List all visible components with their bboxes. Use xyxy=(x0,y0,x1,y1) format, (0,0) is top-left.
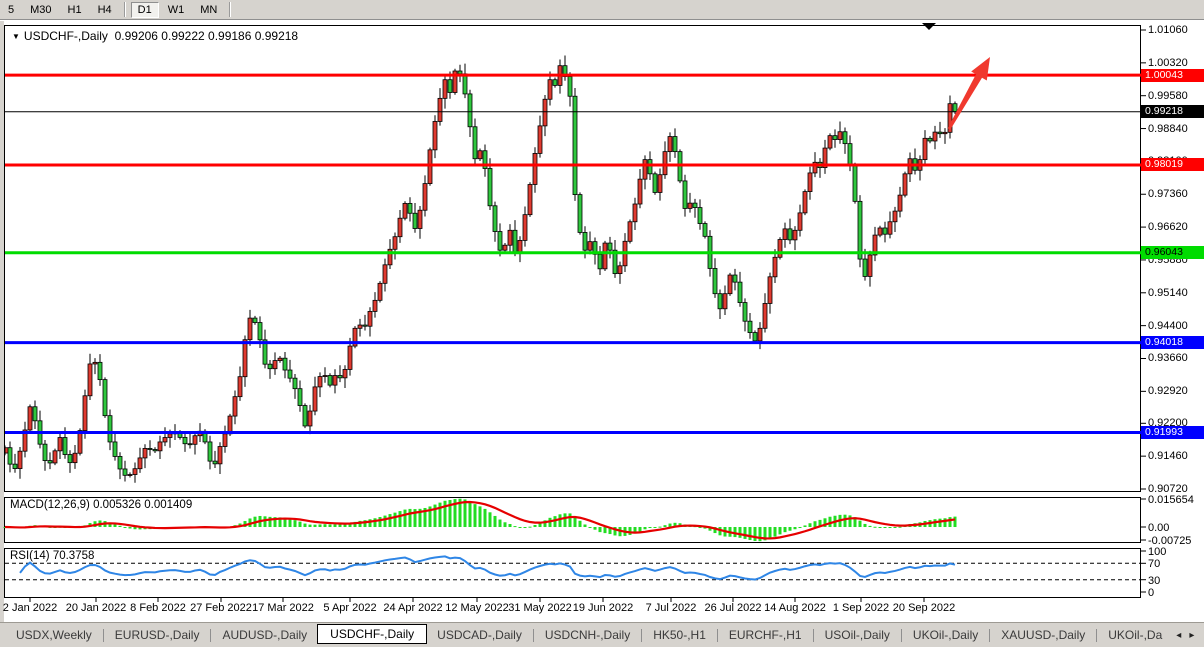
macd-label: MACD(12,26,9) 0.005326 0.001409 xyxy=(10,499,192,511)
price-badge-0.98019: 0.98019 xyxy=(1141,158,1204,171)
ohlc-values: 0.99206 0.99222 0.99186 0.99218 xyxy=(115,29,299,43)
price-badge-0.94018: 0.94018 xyxy=(1141,336,1204,349)
timeframe-button-h4[interactable]: H4 xyxy=(91,2,119,18)
chart-tab-bar: USDX,WeeklyEURUSD-,DailyAUDUSD-,DailyUSD… xyxy=(0,622,1204,647)
tab-eurusd-daily[interactable]: EURUSD-,Daily xyxy=(105,625,210,645)
date-axis-tick[interactable]: 24 Apr 2022 xyxy=(383,602,442,614)
timeframe-toolbar: 5M30H1H4 D1W1MN xyxy=(0,0,1204,19)
price-axis-tick[interactable]: 0.92920 xyxy=(1148,385,1188,397)
mt4-window: 5M30H1H4 D1W1MN ▼ USDCHF-,Daily 0.99206 0.… xyxy=(0,0,1204,647)
price-axis-tick[interactable]: 0.96620 xyxy=(1148,221,1188,233)
timeframe-button-m30[interactable]: M30 xyxy=(23,2,58,18)
rsi-axis-tick: 70 xyxy=(1148,558,1160,570)
macd-axis-tick: 0.015654 xyxy=(1148,494,1194,506)
price-axis-tick[interactable]: 0.99580 xyxy=(1148,90,1188,102)
price-axis-tick[interactable]: 0.91460 xyxy=(1148,450,1188,462)
tab-ukoil-daily[interactable]: UKOil-,Daily xyxy=(903,625,988,645)
date-axis-tick[interactable]: 2 Jan 2022 xyxy=(3,602,57,614)
date-axis-tick[interactable]: 8 Feb 2022 xyxy=(130,602,186,614)
rsi-pane[interactable] xyxy=(4,548,1141,598)
toolbar-groove xyxy=(124,2,126,17)
tab-separator xyxy=(641,629,642,642)
tab-usoil-daily[interactable]: USOil-,Daily xyxy=(815,625,900,645)
price-axis-tick[interactable]: 0.95140 xyxy=(1148,287,1188,299)
tab-separator xyxy=(717,629,718,642)
tab-separator xyxy=(813,629,814,642)
chevron-down-icon[interactable]: ▼ xyxy=(12,32,20,41)
rsi-axis-tick: 30 xyxy=(1148,575,1160,587)
tab-usdx-weekly[interactable]: USDX,Weekly xyxy=(6,625,102,645)
tab-separator xyxy=(989,629,990,642)
date-axis-tick[interactable]: 12 May 2022 xyxy=(445,602,509,614)
tab-xauusd-daily[interactable]: XAUUSD-,Daily xyxy=(991,625,1095,645)
price-axis-tick[interactable]: 0.93660 xyxy=(1148,352,1188,364)
macd-axis-tick: 0.00 xyxy=(1148,522,1169,534)
tab-ukoil-da[interactable]: UKOil-,Da xyxy=(1098,625,1172,645)
price-chart-pane[interactable] xyxy=(4,25,1141,492)
tab-separator xyxy=(533,629,534,642)
date-axis-tick[interactable]: 20 Sep 2022 xyxy=(893,602,955,614)
tab-usdcnh-daily[interactable]: USDCNH-,Daily xyxy=(535,625,640,645)
symbol-period-label: USDCHF-,Daily xyxy=(24,29,108,43)
tab-usdcad-daily[interactable]: USDCAD-,Daily xyxy=(427,625,532,645)
date-axis-tick[interactable]: 14 Aug 2022 xyxy=(764,602,826,614)
tab-hk50-h1[interactable]: HK50-,H1 xyxy=(643,625,716,645)
price-badge-1.00043: 1.00043 xyxy=(1141,69,1204,82)
tabs-scroll-right-icon[interactable]: ▸ xyxy=(1185,630,1198,641)
date-axis-tick[interactable]: 7 Jul 2022 xyxy=(646,602,697,614)
tab-separator xyxy=(1096,629,1097,642)
rsi-label: RSI(14) 70.3758 xyxy=(10,550,94,562)
date-axis-tick[interactable]: 26 Jul 2022 xyxy=(705,602,762,614)
timeframe-button-h1[interactable]: H1 xyxy=(61,2,89,18)
date-axis-tick[interactable]: 17 Mar 2022 xyxy=(252,602,314,614)
price-badge-0.91993: 0.91993 xyxy=(1141,426,1204,439)
price-badge-0.96043: 0.96043 xyxy=(1141,246,1204,259)
tab-usdchf-daily[interactable]: USDCHF-,Daily xyxy=(317,624,427,644)
rsi-axis-tick: 100 xyxy=(1148,546,1166,558)
price-badge-0.99218: 0.99218 xyxy=(1141,105,1204,118)
tab-separator xyxy=(103,629,104,642)
rsi-axis-tick: 0 xyxy=(1148,587,1154,599)
timeframe-button-d1[interactable]: D1 xyxy=(131,2,159,18)
tabs-scroll-left-icon[interactable]: ◂ xyxy=(1172,630,1185,641)
tab-separator xyxy=(210,629,211,642)
tab-separator xyxy=(901,629,902,642)
date-axis-tick[interactable]: 19 Jun 2022 xyxy=(573,602,634,614)
timeframe-button-5[interactable]: 5 xyxy=(1,2,21,18)
tab-eurchf-h1[interactable]: EURCHF-,H1 xyxy=(719,625,812,645)
price-axis-tick[interactable]: 1.01060 xyxy=(1148,24,1188,36)
price-axis-tick[interactable]: 0.94400 xyxy=(1148,320,1188,332)
date-axis-tick[interactable]: 20 Jan 2022 xyxy=(66,602,127,614)
timeframe-button-mn[interactable]: MN xyxy=(193,2,224,18)
timeframe-button-w1[interactable]: W1 xyxy=(161,2,192,18)
price-axis-tick[interactable]: 0.97360 xyxy=(1148,188,1188,200)
tab-audusd-daily[interactable]: AUDUSD-,Daily xyxy=(212,625,317,645)
price-axis-tick[interactable]: 1.00320 xyxy=(1148,57,1188,69)
date-axis-tick[interactable]: 1 Sep 2022 xyxy=(833,602,889,614)
toolbar-groove xyxy=(229,2,231,17)
date-axis-tick[interactable]: 27 Feb 2022 xyxy=(190,602,252,614)
date-axis-tick[interactable]: 5 Apr 2022 xyxy=(323,602,376,614)
date-axis-tick[interactable]: 31 May 2022 xyxy=(508,602,572,614)
price-axis-tick[interactable]: 0.98840 xyxy=(1148,123,1188,135)
chart-title: ▼ USDCHF-,Daily 0.99206 0.99222 0.99186 0… xyxy=(12,29,298,43)
